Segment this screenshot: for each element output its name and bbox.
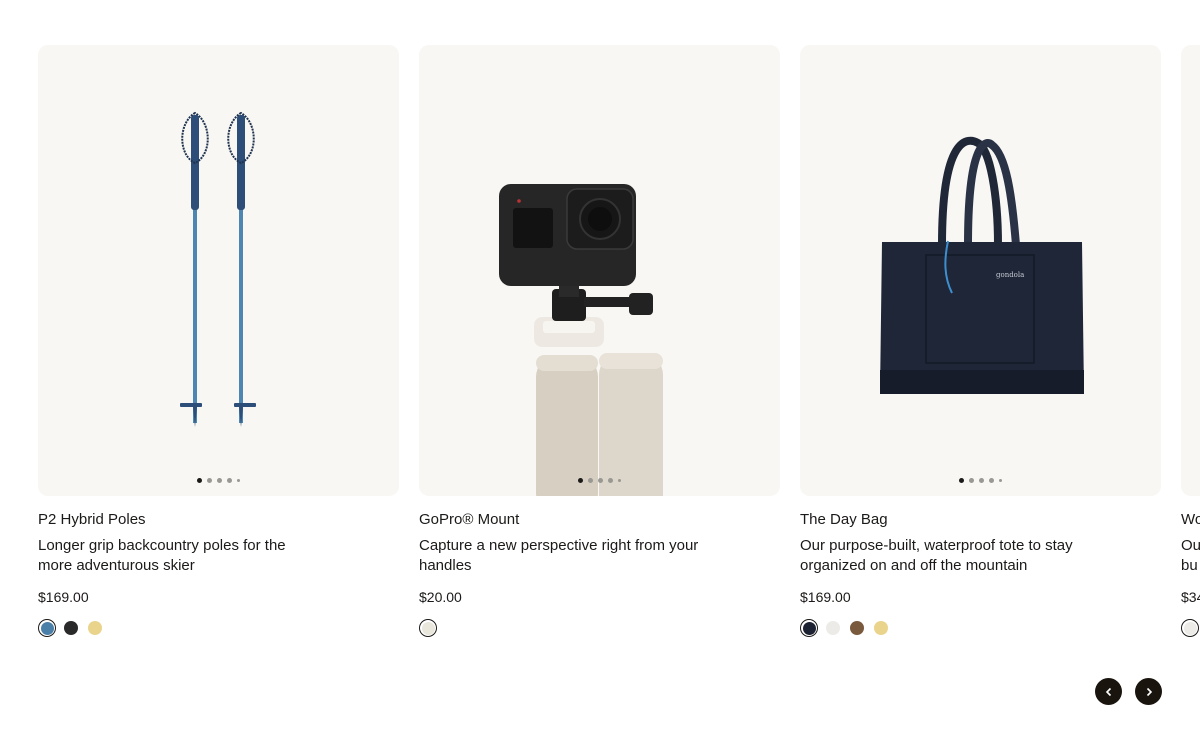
image-pagination-dots [800, 478, 1161, 483]
product-price: $169.00 [800, 589, 851, 605]
image-pagination-dots [419, 478, 780, 483]
product-name[interactable]: GoPro® Mount [419, 510, 780, 530]
product-description: Longer grip backcountry poles for the mo… [38, 537, 286, 574]
chevron-right-icon [1146, 687, 1152, 696]
pagination-dot[interactable] [578, 478, 583, 483]
chevron-left-icon [1105, 687, 1111, 696]
pagination-dot[interactable] [989, 478, 994, 483]
pagination-dot[interactable] [237, 479, 240, 482]
gopro-mount-image [499, 184, 663, 496]
tote-bag-image: gondola [880, 136, 1084, 394]
pagination-dot[interactable] [197, 478, 202, 483]
color-swatch-navy[interactable] [800, 619, 818, 637]
pagination-dot[interactable] [959, 478, 964, 483]
product-card[interactable]: Wo Ou bu $34 [1181, 45, 1200, 637]
color-swatch-brown[interactable] [848, 619, 866, 637]
pagination-dot[interactable] [598, 478, 603, 483]
color-swatches [800, 619, 1161, 637]
product-card[interactable]: GoPro® Mount Capture a new perspective r… [419, 45, 780, 637]
product-image-container[interactable] [1181, 45, 1200, 496]
product-price: $20.00 [419, 589, 462, 605]
product-carousel: P2 Hybrid Poles Longer grip backcountry … [0, 0, 1200, 747]
pagination-dot[interactable] [217, 478, 222, 483]
product-image-container[interactable] [419, 45, 780, 496]
color-swatches [38, 619, 399, 637]
color-swatch-blue[interactable] [38, 619, 56, 637]
product-description: Capture a new perspective right from you… [419, 537, 699, 574]
pagination-dot[interactable] [608, 478, 613, 483]
color-swatch-yellow[interactable] [872, 619, 890, 637]
product-card[interactable]: gondola The Day Bag Our purpose-built, w… [800, 45, 1161, 637]
pagination-dot[interactable] [227, 478, 232, 483]
product-price: $169.00 [38, 589, 89, 605]
product-description: Our purpose-built, waterproof tote to st… [800, 537, 1073, 574]
product-price: $34 [1181, 589, 1200, 605]
carousel-next-button[interactable] [1135, 678, 1162, 705]
pagination-dot[interactable] [979, 478, 984, 483]
carousel-track: P2 Hybrid Poles Longer grip backcountry … [38, 45, 1200, 637]
color-swatches [419, 619, 780, 637]
color-swatch-yellow[interactable] [86, 619, 104, 637]
pagination-dot[interactable] [969, 478, 974, 483]
color-swatch-white[interactable] [1181, 619, 1199, 637]
image-pagination-dots [38, 478, 399, 483]
color-swatch-stone[interactable] [419, 619, 437, 637]
pagination-dot[interactable] [588, 478, 593, 483]
ski-poles-image [180, 111, 256, 427]
pagination-dot[interactable] [999, 479, 1002, 482]
product-name[interactable]: Wo [1181, 510, 1200, 530]
product-image-container[interactable]: gondola [800, 45, 1161, 496]
color-swatch-white[interactable] [824, 619, 842, 637]
color-swatches [1181, 619, 1200, 637]
pagination-dot[interactable] [618, 479, 621, 482]
product-name[interactable]: The Day Bag [800, 510, 1161, 530]
product-name[interactable]: P2 Hybrid Poles [38, 510, 399, 530]
product-description: Ou bu [1181, 537, 1200, 574]
product-image-container[interactable] [38, 45, 399, 496]
carousel-prev-button[interactable] [1095, 678, 1122, 705]
svg-text:gondola: gondola [996, 271, 1024, 279]
color-swatch-black[interactable] [62, 619, 80, 637]
product-card[interactable]: P2 Hybrid Poles Longer grip backcountry … [38, 45, 399, 637]
pagination-dot[interactable] [207, 478, 212, 483]
